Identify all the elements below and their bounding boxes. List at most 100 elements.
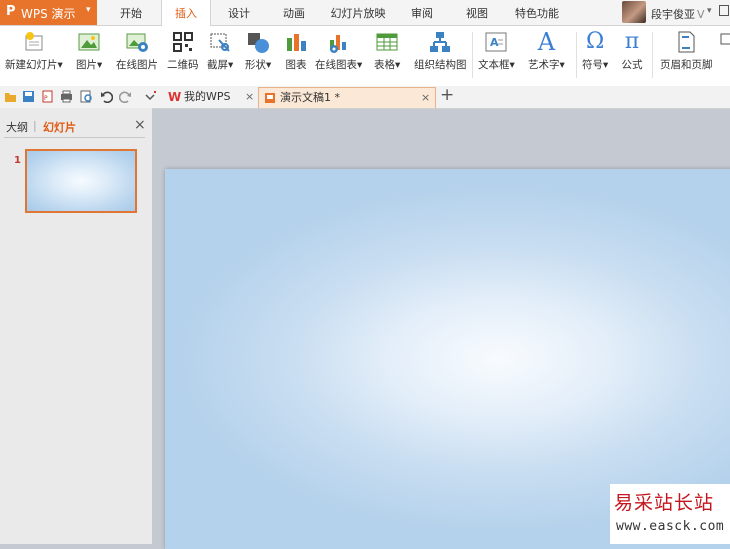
online-chart-chevron-down-icon: ▾ [357,59,363,71]
org-chart-label: 组织结构图 [414,59,467,71]
wps-logo-icon: P [6,4,16,19]
table-chevron-down-icon: ▾ [395,59,401,71]
screenshot-icon [208,30,232,54]
new-slide-chevron-down-icon: ▾ [57,59,63,71]
save-icon[interactable] [22,90,35,103]
tab-slideshow[interactable]: 幻灯片放映 [326,0,390,25]
wordart-button[interactable]: A 艺术字▾ [528,28,565,72]
wordart-chevron-down-icon: ▾ [559,59,565,71]
doc-tab-my-wps[interactable]: W 我的WPS × [164,87,256,107]
ribbon-divider [576,32,577,78]
qrcode-icon [171,30,195,54]
tab-view[interactable]: 视图 [456,0,498,25]
picture-chevron-down-icon: ▾ [97,59,103,71]
doc-tab-label: 演示文稿1 * [280,91,340,104]
textbox-button[interactable]: A 文本框▾ [478,28,515,72]
tab-outline[interactable]: 大纲 [6,119,28,135]
customize-toolbar-chevron-icon[interactable] [144,90,157,103]
chart-button[interactable]: 图表 [284,28,308,72]
new-slide-icon [22,30,46,54]
app-menu-button[interactable]: P WPS 演示 ▾ [0,0,97,25]
close-panel-icon[interactable]: × [134,117,146,133]
redo-icon[interactable] [119,90,132,103]
bar-chart-icon [284,30,308,54]
symbol-button[interactable]: Ω 符号▾ [582,28,608,72]
online-chart-icon [327,30,351,54]
shapes-button[interactable]: 形状▾ [245,28,271,72]
app-menu-chevron-down-icon: ▾ [86,5,91,15]
online-chart-button[interactable]: 在线图表▾ [315,28,362,72]
symbol-label: 符号 [582,59,603,71]
window-restore-icon[interactable] [719,5,729,16]
user-avatar[interactable] [622,1,646,23]
online-picture-icon [125,30,149,54]
screenshot-label: 截屏 [207,59,228,71]
symbol-chevron-down-icon: ▾ [603,59,609,71]
wordart-icon: A [537,28,556,56]
table-label: 表格 [374,59,395,71]
user-name[interactable]: 段宇俊亚 V [651,6,705,22]
textbox-icon: A [484,30,508,54]
presentation-file-icon [265,93,275,103]
online-picture-button[interactable]: 在线图片 [116,28,158,72]
table-icon [375,30,399,54]
doc-tab-label: 我的WPS [184,90,231,103]
online-picture-label: 在线图片 [116,59,158,71]
picture-button[interactable]: 图片▾ [76,28,102,72]
app-name: WPS 演示 [21,7,76,21]
shapes-chevron-down-icon: ▾ [266,59,272,71]
svg-text:P: P [44,95,48,102]
tab-animation[interactable]: 动画 [273,0,315,25]
slide-number: 1 [14,155,21,166]
new-slide-label: 新建幻灯片 [5,59,58,71]
ribbon-divider [652,32,653,78]
tab-design[interactable]: 设计 [218,0,260,25]
print-icon[interactable] [60,90,73,103]
close-tab-icon[interactable]: × [245,87,254,107]
org-chart-button[interactable]: 组织结构图 [414,28,467,72]
user-menu-chevron-down-icon[interactable]: ▾ [707,6,712,16]
undo-icon[interactable] [100,90,113,103]
watermark-url: www.easck.com [616,519,725,534]
slide-thumbnail[interactable] [25,149,137,213]
more-insert-icon [718,30,730,54]
export-pdf-icon[interactable]: P [41,90,54,103]
close-tab-icon[interactable]: × [421,88,430,108]
tab-special-features[interactable]: 特色功能 [507,0,567,25]
user-name-text: 段宇俊亚 [651,8,695,21]
picture-label: 图片 [76,59,97,71]
table-button[interactable]: 表格▾ [374,28,400,72]
qrcode-label: 二维码 [167,59,199,71]
header-footer-icon [674,30,698,54]
screenshot-button[interactable]: 截屏▾ [207,28,233,72]
screenshot-chevron-down-icon: ▾ [228,59,234,71]
tab-home[interactable]: 开始 [110,0,152,25]
formula-label: 公式 [621,59,643,71]
open-folder-icon[interactable] [4,90,17,103]
tab-insert[interactable]: 插入 [161,0,211,26]
print-preview-icon[interactable] [80,90,93,103]
textbox-chevron-down-icon: ▾ [509,59,515,71]
wps-home-icon: W [168,90,182,104]
watermark: 易采站长站 www.easck.com [610,484,730,544]
online-chart-label: 在线图表 [315,59,357,71]
tab-review[interactable]: 审阅 [400,0,444,25]
panel-tabs: 大纲 | 幻灯片 × [0,116,152,138]
formula-button[interactable]: π 公式 [620,28,644,72]
qrcode-button[interactable]: 二维码 [167,28,199,72]
new-slide-button[interactable]: 新建幻灯片▾ [5,28,63,72]
vip-badge: V [697,8,705,21]
omega-icon: Ω [586,29,605,54]
doc-tab-presentation[interactable]: 演示文稿1 * × [258,87,436,108]
header-footer-button[interactable]: 页眉和页脚 [660,28,713,72]
more-insert-button[interactable] [718,28,730,57]
panel-tab-divider: | [33,119,37,132]
ribbon-divider [472,32,473,78]
new-tab-plus-icon[interactable]: + [440,85,454,105]
chart-label: 图表 [285,59,307,71]
textbox-label: 文本框 [478,59,510,71]
shapes-icon [246,30,270,54]
tab-slides[interactable]: 幻灯片 [43,119,76,135]
quick-access-bar: P W 我的WPS × 演示文稿1 * × + [0,85,730,109]
wordart-label: 艺术字 [528,59,560,71]
